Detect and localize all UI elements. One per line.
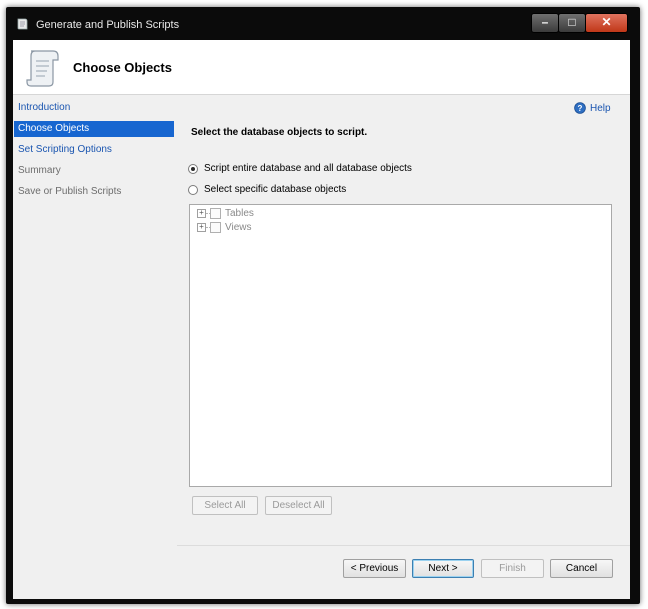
help-icon: ? — [574, 102, 586, 114]
minimize-icon: – — [541, 15, 549, 29]
next-button[interactable]: Next > — [412, 559, 474, 578]
deselect-all-button[interactable]: Deselect All — [265, 496, 332, 515]
nav-item-choose-objects[interactable]: Choose Objects — [14, 121, 174, 137]
cancel-button[interactable]: Cancel — [550, 559, 613, 578]
section-prompt: Select the database objects to script. — [191, 127, 368, 138]
minimize-button[interactable]: – — [531, 13, 559, 33]
close-button[interactable]: ✕ — [585, 13, 628, 33]
page-header: Choose Objects — [13, 40, 630, 95]
wizard-nav: Introduction Choose Objects Set Scriptin… — [13, 95, 176, 599]
radio-button-specific[interactable] — [188, 184, 198, 195]
svg-text:?: ? — [578, 104, 583, 113]
help-label[interactable]: Help — [590, 103, 611, 114]
maximize-button[interactable]: □ — [558, 13, 586, 33]
title-bar[interactable]: Generate and Publish Scripts – □ ✕ — [8, 9, 636, 39]
previous-button[interactable]: < Previous — [343, 559, 406, 578]
main-panel: ? Help Select the database objects to sc… — [177, 95, 630, 599]
select-all-button[interactable]: Select All — [192, 496, 258, 515]
object-tree[interactable]: + Tables + Views — [189, 204, 612, 487]
maximize-icon: □ — [568, 15, 576, 29]
tree-label-tables: Tables — [225, 208, 254, 219]
nav-item-set-scripting-options[interactable]: Set Scripting Options — [14, 142, 174, 158]
dialog-client: Choose Objects Introduction Choose Objec… — [13, 40, 630, 599]
finish-button[interactable]: Finish — [481, 559, 544, 578]
radio-button-entire[interactable] — [188, 163, 198, 174]
scroll-app-icon — [17, 18, 28, 30]
radio-label-specific[interactable]: Select specific database objects — [204, 184, 346, 195]
radio-label-entire[interactable]: Script entire database and all database … — [204, 163, 412, 174]
tree-checkbox-tables[interactable] — [210, 208, 221, 219]
radio-option-specific-objects[interactable]: Select specific database objects — [188, 184, 346, 195]
radio-option-entire-database[interactable]: Script entire database and all database … — [188, 163, 412, 174]
expand-icon[interactable]: + — [197, 223, 206, 232]
tree-label-views: Views — [225, 222, 252, 233]
tree-item-tables[interactable]: + Tables — [197, 207, 254, 220]
tree-checkbox-views[interactable] — [210, 222, 221, 233]
close-icon: ✕ — [601, 15, 612, 29]
page-title: Choose Objects — [73, 60, 172, 75]
nav-item-save-or-publish: Save or Publish Scripts — [18, 186, 122, 197]
nav-item-introduction[interactable]: Introduction — [14, 100, 174, 116]
expand-icon[interactable]: + — [197, 209, 206, 218]
nav-item-summary: Summary — [18, 165, 61, 176]
window-title: Generate and Publish Scripts — [36, 19, 180, 31]
scroll-wizard-icon — [26, 50, 59, 87]
footer-divider — [177, 545, 630, 546]
tree-item-views[interactable]: + Views — [197, 221, 252, 234]
help-link[interactable]: ? Help — [574, 101, 611, 115]
